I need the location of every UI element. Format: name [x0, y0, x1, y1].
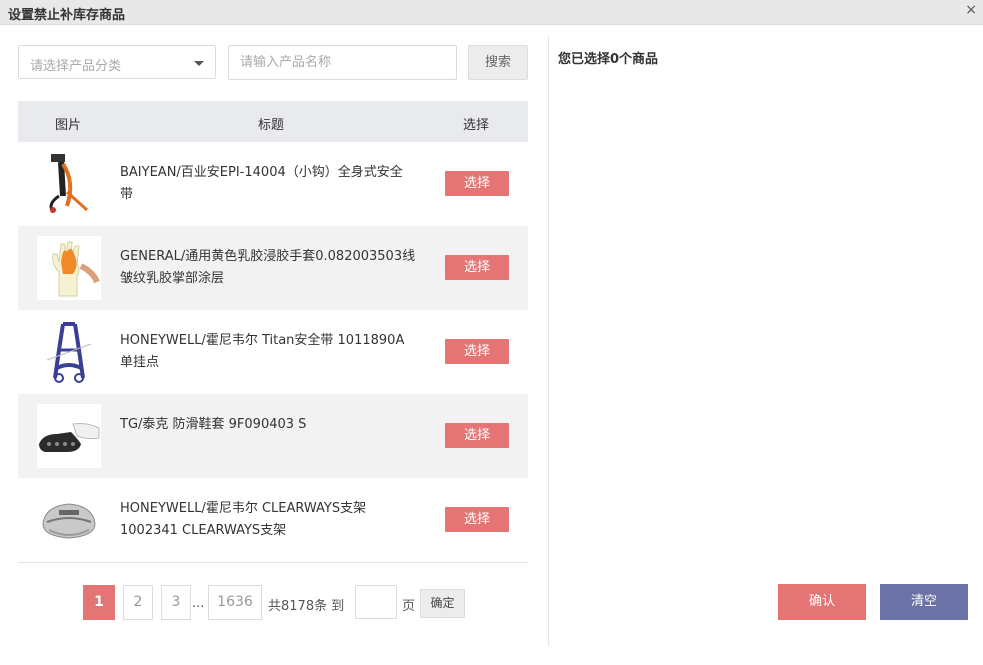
product-name-input[interactable]: [228, 45, 457, 80]
product-title: BAIYEAN/百业安EPI-14004（小钩）全身式安全 带: [120, 165, 403, 202]
table-header: 图片 标题 选择: [18, 101, 528, 142]
product-title: TG/泰克 防滑鞋套 9F090403 S: [120, 417, 307, 432]
page-3-button[interactable]: 3: [161, 585, 191, 620]
table-row: BAIYEAN/百业安EPI-14004（小钩）全身式安全 带 选择: [18, 142, 528, 226]
select-button[interactable]: 选择: [445, 255, 509, 280]
goto-confirm-button[interactable]: 确定: [420, 589, 465, 618]
category-select[interactable]: 请选择产品分类: [18, 45, 216, 79]
table-row: GENERAL/通用黄色乳胶浸胶手套0.082003503线 皱纹乳胶掌部涂层 …: [18, 226, 528, 310]
select-button[interactable]: 选择: [445, 339, 509, 364]
glove-icon: [37, 236, 101, 300]
header-title: 标题: [258, 118, 285, 133]
selected-count-text: 您已选择0个商品: [558, 52, 659, 67]
table-row: HONEYWELL/霍尼韦尔 CLEARWAYS支架 1002341 CLEAR…: [18, 478, 528, 562]
dialog-title: 设置禁止补库存商品: [8, 8, 126, 23]
close-icon[interactable]: ×: [965, 2, 977, 18]
confirm-button[interactable]: 确认: [778, 584, 866, 620]
select-button[interactable]: 选择: [445, 171, 509, 196]
safety-belt-icon: [37, 152, 101, 216]
dialog-titlebar: 设置禁止补库存商品 ×: [0, 0, 983, 25]
last-page-button[interactable]: 1636: [208, 585, 262, 620]
search-button[interactable]: 搜索: [468, 45, 528, 80]
product-title: HONEYWELL/霍尼韦尔 CLEARWAYS支架 1002341 CLEAR…: [120, 501, 367, 538]
total-count-text: 共8178条 到: [268, 599, 345, 614]
product-title: GENERAL/通用黄色乳胶浸胶手套0.082003503线 皱纹乳胶掌部涂层: [120, 249, 416, 286]
face-shield-bracket-icon: [37, 488, 101, 552]
page-ellipsis: ...: [192, 596, 205, 611]
table-divider: [18, 562, 528, 563]
table-row: TG/泰克 防滑鞋套 9F090403 S 选择: [18, 394, 528, 478]
harness-icon: [37, 320, 101, 384]
page-unit-text: 页: [402, 599, 416, 614]
category-select-placeholder: 请选择产品分类: [30, 59, 122, 74]
page-1-button[interactable]: 1: [83, 585, 115, 620]
clear-button[interactable]: 清空: [880, 584, 968, 620]
chevron-down-icon: [194, 61, 204, 66]
select-button[interactable]: 选择: [445, 507, 509, 532]
header-image: 图片: [55, 118, 82, 133]
select-button[interactable]: 选择: [445, 423, 509, 448]
panel-divider: [548, 36, 549, 646]
header-select: 选择: [463, 118, 490, 133]
shoe-cover-icon: [37, 404, 101, 468]
goto-page-input[interactable]: [355, 585, 397, 619]
page-2-button[interactable]: 2: [123, 585, 153, 620]
product-title: HONEYWELL/霍尼韦尔 Titan安全带 1011890A 单挂点: [120, 333, 405, 370]
table-row: HONEYWELL/霍尼韦尔 Titan安全带 1011890A 单挂点 选择: [18, 310, 528, 394]
